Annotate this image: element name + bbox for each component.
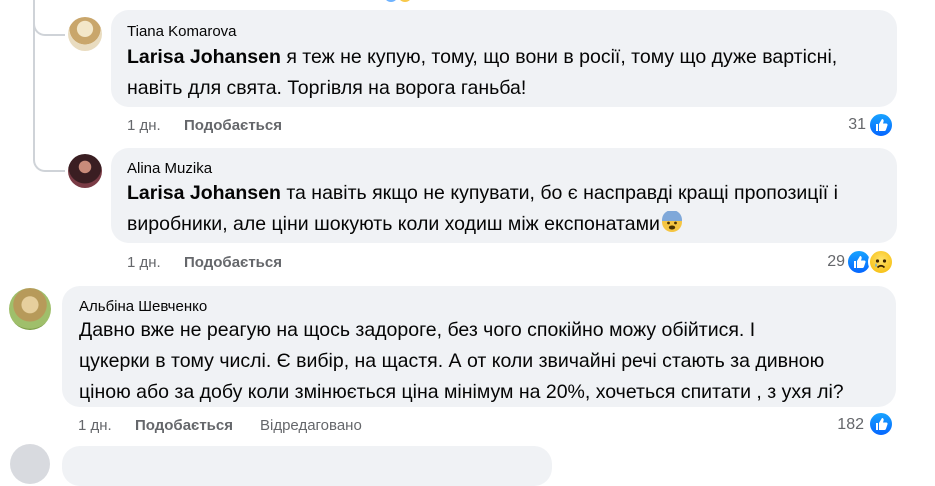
comment-time[interactable]: 1 дн.	[127, 117, 161, 134]
comment-text: Larisa Johansen я теж не купую, тому, що…	[127, 42, 837, 104]
comment-time[interactable]: 1 дн.	[127, 254, 161, 271]
cold-sweat-emoji-icon	[661, 210, 683, 233]
comment-line: виробники, але ціни шокують коли ходиш м…	[127, 213, 660, 235]
like-label: Подобається	[184, 254, 282, 271]
like-icon	[868, 112, 894, 138]
avatar[interactable]	[68, 17, 102, 51]
comment-line: та навіть якщо не купувати, бо є насправ…	[280, 182, 838, 204]
thread-elbow	[33, 0, 65, 36]
partial-reaction-icon	[398, 0, 412, 2]
like-button[interactable]: Подобається	[135, 417, 233, 434]
reaction-count[interactable]: 31	[826, 116, 866, 134]
comment-time[interactable]: 1 дн.	[78, 417, 112, 434]
comment-author[interactable]: Alina Muzika	[127, 160, 212, 177]
comment-line: навіть для свята. Торгівля на ворога ган…	[127, 77, 527, 99]
like-button[interactable]: Подобається	[184, 254, 282, 271]
edited-label[interactable]: Відредаговано	[260, 417, 362, 434]
like-label: Подобається	[135, 417, 233, 434]
like-label: Подобається	[184, 117, 282, 134]
comment-author[interactable]: Альбіна Шевченко	[79, 298, 207, 315]
mention-link[interactable]: Larisa Johansen	[127, 46, 281, 68]
partial-reaction-icon	[384, 0, 398, 2]
comment-line: я теж не купую, тому, що вони в росії, т…	[280, 46, 838, 68]
avatar[interactable]	[9, 288, 51, 330]
thread-elbow	[33, 130, 65, 172]
avatar[interactable]	[10, 444, 50, 484]
comment-bubble	[62, 446, 552, 486]
comment-text: Давно вже не реагую на щось задороге, бе…	[79, 315, 844, 408]
like-icon	[868, 411, 894, 437]
like-button[interactable]: Подобається	[184, 117, 282, 134]
comment-author[interactable]: Tiana Komarova	[127, 23, 237, 40]
comment-text: Larisa Johansen та навіть якщо не купува…	[127, 178, 838, 240]
comment-line: цукерки в тому числі. Є вибір, на щастя.…	[79, 350, 825, 372]
comment-line: ціною або за добу коли змінюється ціна м…	[79, 381, 844, 403]
avatar[interactable]	[68, 154, 102, 188]
mention-link[interactable]: Larisa Johansen	[127, 182, 281, 204]
reaction-count[interactable]: 29	[805, 253, 845, 271]
sad-icon	[868, 249, 894, 275]
reaction-count[interactable]: 182	[824, 416, 864, 434]
comment-line: Давно вже не реагую на щось задороге, бе…	[79, 319, 756, 341]
